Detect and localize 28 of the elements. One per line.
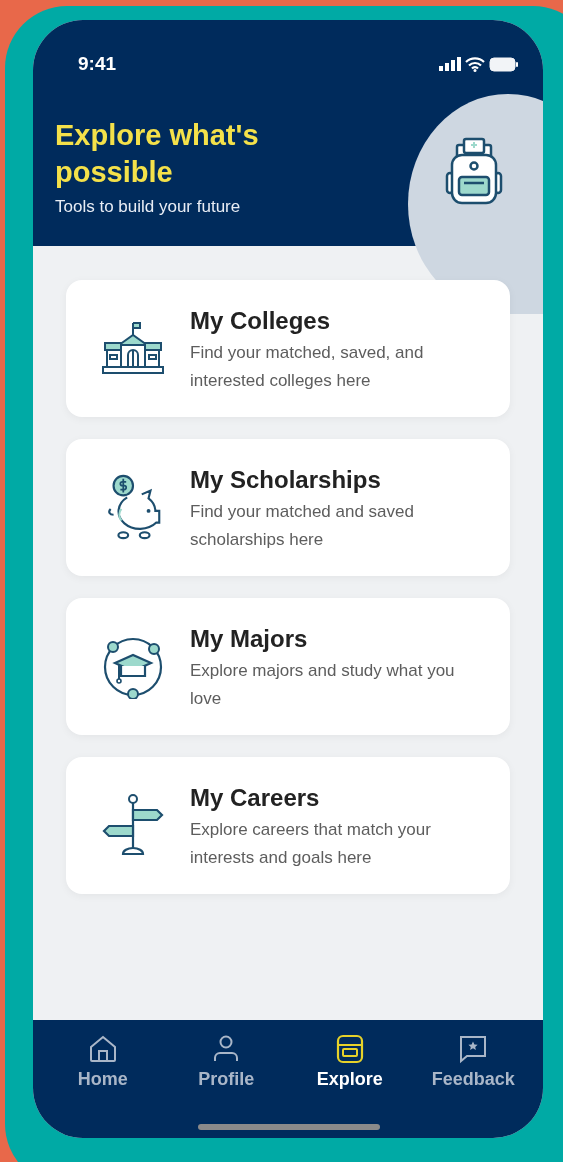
card-description: Explore majors and study what you love [190, 660, 456, 710]
feature-card[interactable]: My Scholarships Find your matched and saved scholarships here [66, 439, 510, 576]
card-title: My Scholarships [190, 465, 382, 496]
backpack-icon [443, 137, 505, 207]
building-icon [101, 320, 165, 377]
page-subtitle: Tools to build your future [55, 195, 242, 218]
battery-icon [489, 56, 519, 72]
tab-bar-item[interactable]: Profile [164, 1034, 288, 1092]
card-title: My Majors [190, 624, 309, 655]
card-title: My Colleges [190, 306, 332, 337]
card-description: Explore careers that match your interests and goals here [190, 819, 432, 869]
tab-bar-item[interactable]: Home [41, 1034, 165, 1092]
card-description: Find your matched and saved scholarships here [190, 501, 415, 551]
feedback-icon [458, 1034, 489, 1064]
status-time: 9:41 [78, 52, 117, 76]
card-title: My Careers [190, 783, 321, 814]
signpost-icon [101, 793, 165, 858]
backpack-icon [334, 1034, 365, 1064]
page-title: Explore what's possible [55, 117, 260, 191]
tab-bar-item[interactable]: Feedback [411, 1034, 535, 1092]
wifi-icon [465, 56, 485, 72]
feature-card[interactable]: My Majors Explore majors and study what you love [66, 598, 510, 735]
signal-icon [439, 57, 461, 72]
tab-bar-item[interactable]: Explore [288, 1034, 412, 1092]
card-description: Find your matched, saved, and interested colleges here [190, 342, 425, 392]
feature-card[interactable]: My Colleges Find your matched, saved, and interested colleges here [66, 280, 510, 417]
home-icon [87, 1034, 118, 1064]
feature-card[interactable]: My Careers Explore careers that match your interests and goals here [66, 757, 510, 894]
